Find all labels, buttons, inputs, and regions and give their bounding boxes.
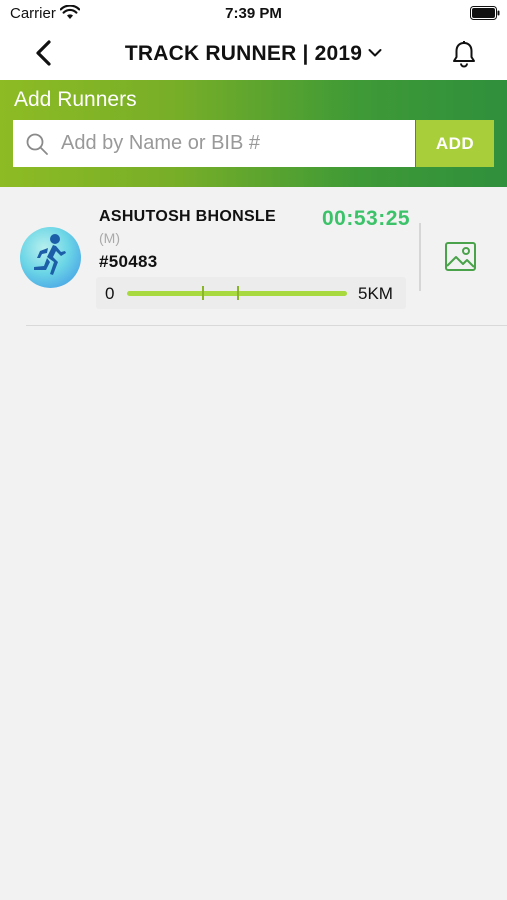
race-progress: 0 5KM [96,277,406,309]
runner-icon [34,234,66,275]
battery-icon [470,6,500,25]
search-icon [25,132,49,161]
runner-time: 00:53:25 [322,207,411,230]
status-time: 7:39 PM [225,5,282,22]
image-icon [445,242,476,271]
chevron-down-icon [368,40,382,64]
progress-track [127,286,347,300]
runner-gender: (M) [99,230,120,246]
runner-name: ASHUTOSH BHONSLE [99,208,276,225]
page-title: TRACK RUNNER | 2019 [124,42,363,65]
progress-end-label: 5KM [358,284,393,303]
add-runners-panel: Add Runners ADD [0,80,507,187]
search-box [13,120,415,167]
status-bar: Carrier 7:39 PM [0,0,507,28]
event-title-dropdown[interactable]: TRACK RUNNER | 2019 [0,42,507,66]
search-input[interactable] [61,120,411,167]
runner-avatar [20,227,81,288]
photo-button[interactable] [444,240,478,274]
notifications-button[interactable] [451,40,477,73]
add-runners-title: Add Runners [14,88,137,111]
add-button[interactable]: ADD [416,120,494,167]
list-divider [26,325,507,326]
nav-bar: TRACK RUNNER | 2019 [0,28,507,80]
divider-vertical [419,223,421,291]
bell-icon [453,41,475,68]
progress-start-label: 0 [105,284,115,303]
runner-bib: #50483 [99,252,158,271]
progress-checkpoint [237,286,239,300]
progress-checkpoint [202,286,204,300]
runner-card[interactable]: ASHUTOSH BHONSLE (M) #50483 00:53:25 0 5… [0,187,507,325]
